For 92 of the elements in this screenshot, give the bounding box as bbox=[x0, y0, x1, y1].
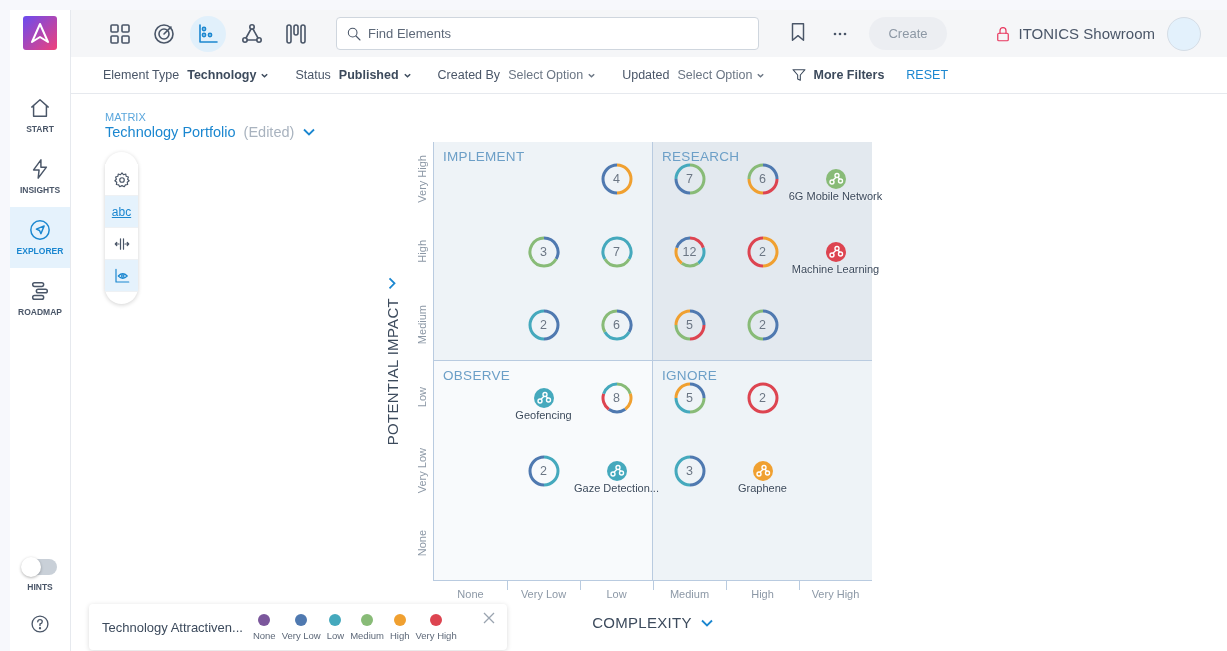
quadrant-label: IGNORE bbox=[662, 368, 718, 383]
radar-icon bbox=[152, 21, 176, 46]
filter-label: Status bbox=[295, 68, 331, 82]
search-field[interactable]: Find Elements bbox=[336, 17, 759, 50]
app-logo[interactable] bbox=[23, 16, 57, 50]
more-filters-button[interactable]: More Filters bbox=[791, 67, 885, 83]
x-tick-label: None bbox=[457, 588, 484, 600]
legend-title: Technology Attractiven... bbox=[102, 619, 243, 635]
cluster-bubble[interactable]: 2 bbox=[746, 235, 779, 268]
hints-label: HINTS bbox=[27, 582, 53, 592]
element-label: Machine Learning bbox=[791, 263, 880, 275]
legend-label: Very High bbox=[415, 629, 457, 641]
quadrant-label: IMPLEMENT bbox=[443, 149, 525, 164]
matrix-selector[interactable]: Technology Portfolio (Edited) bbox=[105, 124, 317, 140]
x-tick-label: Low bbox=[606, 588, 627, 600]
sidebar-item[interactable]: EXPLORER bbox=[10, 207, 70, 268]
reset-link[interactable]: RESET bbox=[906, 68, 949, 82]
filter-dropdown[interactable]: Select Option bbox=[677, 68, 766, 82]
filter-dropdown[interactable]: Technology bbox=[187, 68, 270, 82]
cluster-bubble[interactable]: 8 bbox=[600, 381, 633, 414]
cluster-bubble[interactable]: 2 bbox=[527, 308, 560, 341]
cluster-bubble[interactable]: 7 bbox=[673, 162, 706, 195]
element-label: Graphene bbox=[738, 482, 787, 494]
network-icon[interactable] bbox=[606, 461, 627, 481]
cluster-bubble[interactable]: 2 bbox=[527, 454, 560, 487]
filter-dropdown[interactable]: Select Option bbox=[508, 68, 597, 82]
cluster-bubble[interactable]: 6 bbox=[746, 162, 779, 195]
tool-button[interactable] bbox=[105, 164, 138, 196]
tool-button[interactable] bbox=[105, 260, 138, 292]
grid-icon bbox=[108, 21, 132, 46]
filter-dropdown[interactable]: Published bbox=[338, 68, 412, 82]
cluster-bubble[interactable]: 4 bbox=[600, 162, 633, 195]
filter-label: Updated bbox=[622, 68, 670, 82]
cluster-bubble[interactable]: 3 bbox=[673, 454, 706, 487]
legend-label: Low bbox=[326, 629, 345, 641]
roadmap-icon bbox=[29, 280, 51, 302]
x-tick-label: Medium bbox=[669, 588, 710, 600]
sidebar-item[interactable]: INSIGHTS bbox=[10, 146, 70, 207]
hints-toggle[interactable] bbox=[23, 559, 57, 575]
home-icon bbox=[29, 97, 51, 119]
view-button[interactable] bbox=[190, 15, 226, 52]
more-button[interactable] bbox=[833, 31, 847, 36]
cluster-bubble[interactable]: 2 bbox=[746, 308, 779, 341]
legend-label: Very Low bbox=[281, 629, 321, 641]
legend-label: High bbox=[389, 629, 410, 641]
network-icon bbox=[240, 21, 264, 46]
eye-chart-icon bbox=[112, 266, 131, 285]
columns-icon bbox=[284, 21, 308, 46]
x-axis-title[interactable]: COMPLEXITY bbox=[592, 614, 714, 631]
tool-button[interactable] bbox=[105, 228, 138, 260]
x-tick-label: High bbox=[751, 588, 774, 600]
y-tick-label: Very High bbox=[416, 154, 428, 203]
settings-icon bbox=[112, 170, 131, 189]
scatter-chart-icon bbox=[196, 21, 220, 46]
quadrant-label: RESEARCH bbox=[662, 149, 740, 164]
navigation-icon bbox=[29, 219, 51, 241]
cluster-bubble[interactable]: 2 bbox=[746, 381, 779, 414]
x-tick-label: Very Low bbox=[520, 588, 567, 600]
cluster-bubble[interactable]: 5 bbox=[673, 381, 706, 414]
legend-label: Medium bbox=[350, 629, 384, 641]
network-icon[interactable] bbox=[752, 461, 773, 481]
y-tick-label: Very Low bbox=[416, 447, 428, 494]
view-caption: MATRIX bbox=[105, 111, 147, 123]
y-tick-label: Low bbox=[416, 387, 428, 408]
search-icon bbox=[346, 26, 362, 42]
tool-button[interactable]: abc bbox=[105, 196, 138, 228]
cluster-bubble[interactable]: 7 bbox=[600, 235, 633, 268]
help-icon bbox=[30, 614, 50, 634]
cluster-bubble[interactable]: 6 bbox=[600, 308, 633, 341]
element-label: Geofencing bbox=[515, 409, 572, 421]
network-icon[interactable] bbox=[825, 169, 846, 189]
quadrant-label: OBSERVE bbox=[443, 368, 511, 383]
close-button[interactable] bbox=[483, 612, 495, 624]
x-tick-label: Very High bbox=[811, 588, 860, 600]
y-tick-label: None bbox=[416, 530, 428, 557]
sidebar-item[interactable]: START bbox=[10, 85, 70, 146]
filter-label: Created By bbox=[437, 68, 501, 82]
element-label: Gaze Detection... bbox=[574, 482, 659, 494]
cluster-bubble[interactable]: 5 bbox=[673, 308, 706, 341]
filter-label: Element Type bbox=[103, 68, 180, 82]
workspace-name[interactable]: ITONICS Showroom bbox=[1018, 25, 1155, 42]
y-tick-label: Medium bbox=[416, 304, 428, 345]
y-tick-label: High bbox=[416, 240, 428, 263]
legend-label: None bbox=[252, 629, 276, 641]
network-icon[interactable] bbox=[533, 388, 554, 408]
cluster-bubble[interactable]: 3 bbox=[527, 235, 560, 268]
cluster-bubble[interactable]: 12 bbox=[673, 235, 706, 268]
y-axis-title[interactable]: POTENTIAL IMPACT bbox=[383, 276, 401, 446]
sidebar-item[interactable]: ROADMAP bbox=[10, 268, 70, 329]
filter-icon bbox=[791, 67, 808, 83]
element-label: 6G Mobile Network bbox=[788, 190, 883, 202]
network-icon[interactable] bbox=[825, 242, 846, 262]
